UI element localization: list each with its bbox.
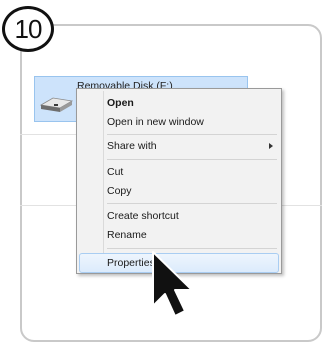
menu-separator xyxy=(107,159,277,160)
context-menu: Open Open in new window Share with Cut C… xyxy=(76,88,282,274)
menu-separator xyxy=(107,203,277,204)
menu-gutter xyxy=(103,91,104,271)
submenu-arrow-icon xyxy=(269,143,273,149)
removable-drive-icon xyxy=(39,95,74,118)
divider-line xyxy=(20,134,78,135)
divider-line xyxy=(282,205,322,206)
menu-item-cut[interactable]: Cut xyxy=(107,166,123,178)
menu-item-open[interactable]: Open xyxy=(107,97,134,109)
menu-item-create-shortcut[interactable]: Create shortcut xyxy=(107,210,179,222)
menu-separator xyxy=(107,248,277,249)
menu-item-copy[interactable]: Copy xyxy=(107,185,132,197)
menu-item-share-with[interactable]: Share with xyxy=(107,140,157,152)
menu-item-rename[interactable]: Rename xyxy=(107,229,147,241)
menu-item-properties[interactable]: Properties xyxy=(107,257,155,269)
mouse-pointer-icon xyxy=(150,250,196,325)
step-number-badge: 10 xyxy=(2,6,54,52)
divider-line xyxy=(20,205,78,206)
menu-item-open-in-new-window[interactable]: Open in new window xyxy=(107,116,204,128)
menu-separator xyxy=(107,134,277,135)
